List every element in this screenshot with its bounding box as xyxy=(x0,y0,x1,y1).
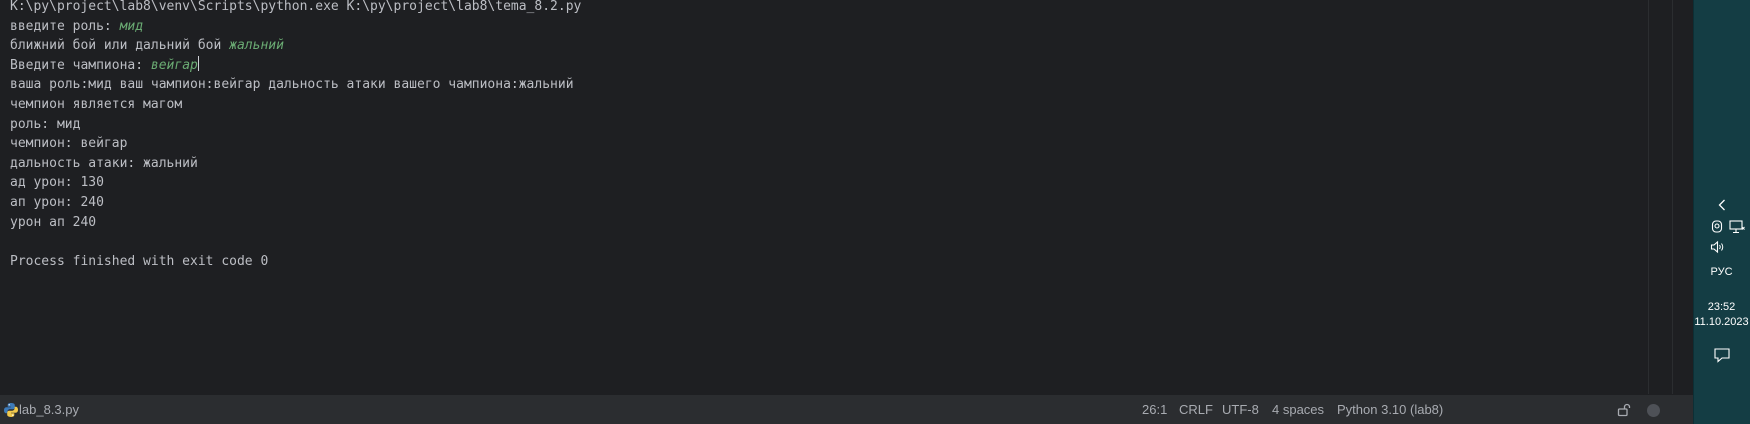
console-line: Process finished with exit code 0 xyxy=(10,252,268,272)
volume-icon[interactable] xyxy=(1710,240,1726,254)
console-scrollbar[interactable] xyxy=(1672,0,1673,394)
network-icon[interactable] xyxy=(1729,220,1745,234)
python-file-icon xyxy=(4,403,18,417)
screen: K:\py\project\lab8\venv\Scripts\python.e… xyxy=(0,0,1750,424)
console-output-text: роль: мид xyxy=(10,116,81,132)
console-line: ад урон: 130 xyxy=(10,173,104,193)
webcam-icon[interactable] xyxy=(1711,220,1723,234)
cursor-position[interactable]: 26:1 xyxy=(1142,395,1167,424)
console-output-text: Введите чампиона: xyxy=(10,57,151,73)
console-line: введите роль: мид xyxy=(10,17,143,37)
file-encoding[interactable]: UTF-8 xyxy=(1222,395,1259,424)
run-console-output[interactable]: K:\py\project\lab8\venv\Scripts\python.e… xyxy=(0,0,1648,394)
input-language-indicator[interactable]: РУС xyxy=(1693,266,1750,278)
console-output-text: урон ап 240 xyxy=(10,214,97,230)
console-user-input: вейгар xyxy=(150,57,198,73)
console-user-input: мид xyxy=(119,18,144,34)
console-line: ближний бой или дальний бой жальний xyxy=(10,36,284,56)
console-output-text: Process finished with exit code 0 xyxy=(10,253,269,269)
console-line: чемпион является магом xyxy=(10,95,182,115)
notification-icon[interactable] xyxy=(1713,347,1731,363)
status-bar: lab_8.3.py 26:1 CRLF UTF-8 4 spaces Pyth… xyxy=(0,394,1693,424)
console-output-text: ваша роль:мид ваш чампион:вейгар дальнос… xyxy=(10,77,574,93)
indent-setting[interactable]: 4 spaces xyxy=(1272,395,1324,424)
current-file-name[interactable]: lab_8.3.py xyxy=(19,395,79,424)
clock-date[interactable]: 11.10.2023 xyxy=(1693,316,1750,328)
console-line: Введите чампиона: вейгар xyxy=(10,55,199,76)
console-line: дальность атаки: жальний xyxy=(10,154,198,174)
console-output-text: K:\py\project\lab8\venv\Scripts\python.e… xyxy=(10,0,582,14)
console-scroll-gutter xyxy=(1648,0,1693,394)
console-line: ап урон: 240 xyxy=(10,193,104,213)
console-line: роль: мид xyxy=(10,115,80,135)
console-output-text: ближний бой или дальний бой xyxy=(10,38,230,54)
console-output-text: дальность атаки: жальний xyxy=(10,155,198,171)
clock-time[interactable]: 23:52 xyxy=(1693,301,1750,313)
console-output-text: чемпион: вейгар xyxy=(10,136,128,152)
line-separator[interactable]: CRLF xyxy=(1179,395,1213,424)
unlock-icon[interactable] xyxy=(1617,403,1631,417)
text-caret xyxy=(197,55,199,71)
ide-window: K:\py\project\lab8\venv\Scripts\python.e… xyxy=(0,0,1693,424)
console-line: K:\py\project\lab8\venv\Scripts\python.e… xyxy=(10,0,581,17)
console-output-text: чемпион является магом xyxy=(10,97,183,112)
console-line: чемпион: вейгар xyxy=(10,134,127,154)
console-output-text: ап урон: 240 xyxy=(10,195,104,210)
console-line: ваша роль:мид ваш чампион:вейгар дальнос… xyxy=(10,75,574,95)
console-user-input: жальний xyxy=(229,38,284,54)
console-output-text: ад урон: 130 xyxy=(10,175,104,191)
console-output-text: введите роль: xyxy=(10,18,120,34)
windows-taskbar: РУС 23:52 11.10.2023 xyxy=(1693,0,1750,424)
console-line: урон ап 240 xyxy=(10,213,96,233)
chevron-left-icon[interactable] xyxy=(1716,198,1728,212)
python-interpreter[interactable]: Python 3.10 (lab8) xyxy=(1337,395,1443,424)
inspection-circle-icon[interactable] xyxy=(1647,404,1660,417)
